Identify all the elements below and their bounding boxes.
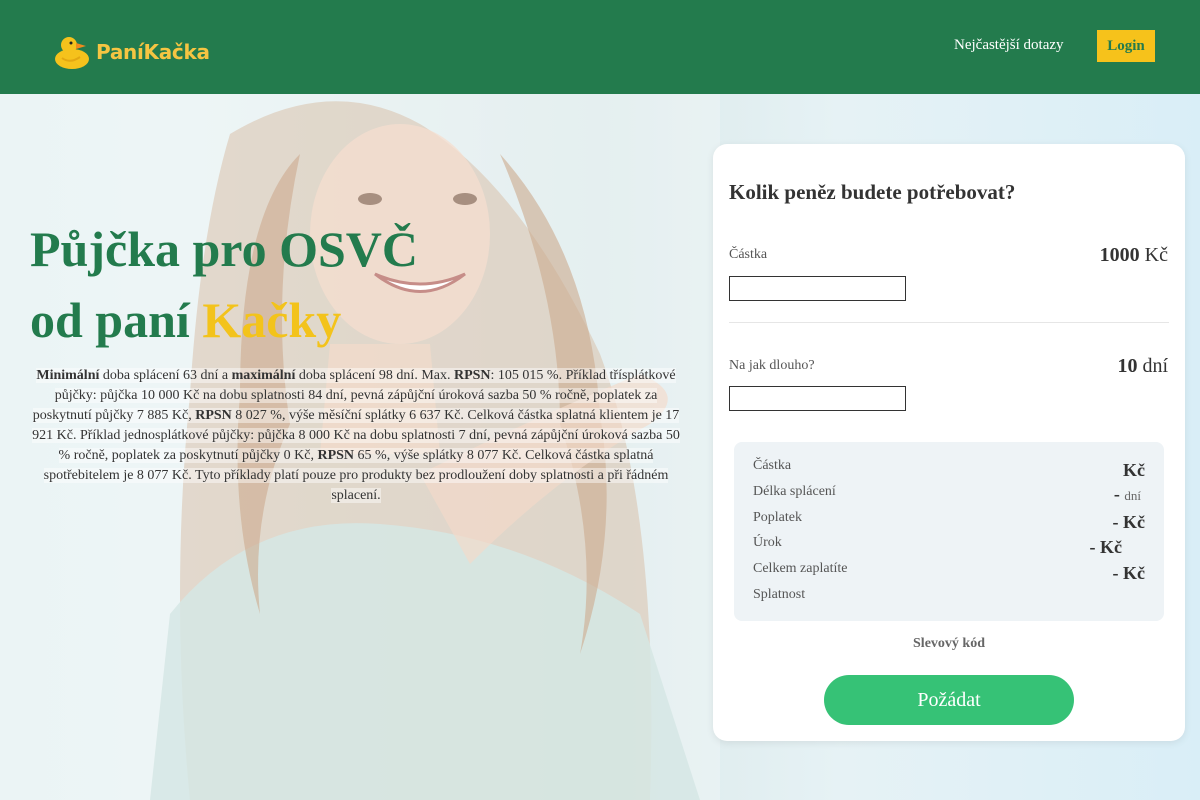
loan-disclaimer: Minimální doba splácení 63 dní a maximál… [30, 366, 682, 506]
duck-logo-icon [55, 37, 89, 69]
headline-accent: Kačky [202, 292, 342, 348]
summary-row-amount: Částka Kč [753, 458, 1145, 480]
disclaimer-bold-rpsn1: RPSN [453, 368, 491, 383]
summary-label: Úrok [753, 535, 782, 550]
summary-row-duration: Délka splácení - dní [753, 484, 1145, 506]
field-divider [729, 322, 1169, 323]
login-button[interactable]: Login [1097, 30, 1155, 62]
calculator-title: Kolik peněz budete potřebovat? [729, 180, 1016, 204]
disclaimer-bold-max: maximální [231, 368, 296, 383]
summary-unit: Kč [1100, 537, 1122, 557]
duration-value: 10 dní [1117, 355, 1168, 378]
summary-number: - [1112, 563, 1119, 583]
duration-number: 10 [1117, 355, 1138, 377]
headline-line1: Půjčka pro OSVČ [30, 221, 419, 277]
summary-value: - Kč [1090, 537, 1123, 558]
summary-label: Délka splácení [753, 484, 836, 499]
duration-input[interactable] [729, 386, 906, 411]
loan-calculator-card: Kolik peněz budete potřebovat? Částka 10… [713, 144, 1185, 741]
summary-row-due-date: Splatnost [753, 587, 1145, 609]
summary-label: Poplatek [753, 510, 802, 525]
summary-unit: dní [1124, 488, 1141, 503]
disclaimer-part2: doba splácení 98 dní. Max. [295, 368, 454, 383]
summary-number: - [1089, 537, 1096, 557]
summary-value: - dní [1114, 484, 1141, 505]
disclaimer-bold-rpsn2: RPSN [195, 408, 232, 423]
hero-headline: Půjčka pro OSVČ od paní Kačky [30, 214, 418, 356]
top-navigation-bar: PaníKačka Nejčastější dotazy Login [0, 0, 1200, 94]
amount-number: 1000 [1099, 244, 1140, 266]
summary-unit: Kč [1123, 460, 1145, 480]
disclaimer-bold-min: Minimální [36, 368, 100, 383]
summary-row-interest: Úrok - Kč [753, 535, 1145, 557]
summary-unit: Kč [1123, 512, 1145, 532]
apply-button[interactable]: Požádat [824, 675, 1074, 725]
summary-unit: Kč [1123, 563, 1145, 583]
disclaimer-bold-rpsn3: RPSN [317, 448, 355, 463]
headline-prefix: od paní [30, 292, 203, 348]
summary-value: - Kč [1113, 563, 1146, 584]
amount-input[interactable] [729, 276, 906, 301]
summary-label: Částka [753, 458, 792, 473]
summary-number: - [1112, 512, 1119, 532]
amount-unit: Kč [1144, 244, 1168, 266]
summary-row-fee: Poplatek - Kč [753, 510, 1145, 532]
summary-value: Kč [1123, 460, 1145, 481]
site-logo[interactable]: PaníKačka [52, 34, 210, 70]
promo-code-link[interactable]: Slevový kód [713, 636, 1185, 652]
amount-label: Částka [729, 247, 768, 262]
logo-text-part1: Paní [96, 40, 144, 64]
loan-summary-box: Částka Kč Délka splácení - dní Poplatek … [734, 442, 1164, 621]
summary-number: - [1113, 484, 1120, 504]
summary-row-total: Celkem zaplatíte - Kč [753, 561, 1145, 583]
logo-text: PaníKačka [96, 40, 210, 64]
duration-label: Na jak dlouho? [729, 358, 815, 373]
summary-label: Splatnost [753, 587, 806, 602]
headline-line2: od paní Kačky [30, 285, 418, 356]
amount-value: 1000 Kč [1100, 244, 1168, 267]
summary-label: Celkem zaplatíte [753, 561, 848, 576]
summary-value: - Kč [1113, 512, 1146, 533]
logo-text-part2: Kačka [143, 40, 210, 64]
disclaimer-part1: doba splácení 63 dní a [99, 368, 232, 383]
duration-unit: dní [1142, 355, 1168, 377]
faq-link[interactable]: Nejčastější dotazy [954, 37, 1064, 54]
disclaimer-text: Minimální doba splácení 63 dní a maximál… [32, 368, 680, 503]
